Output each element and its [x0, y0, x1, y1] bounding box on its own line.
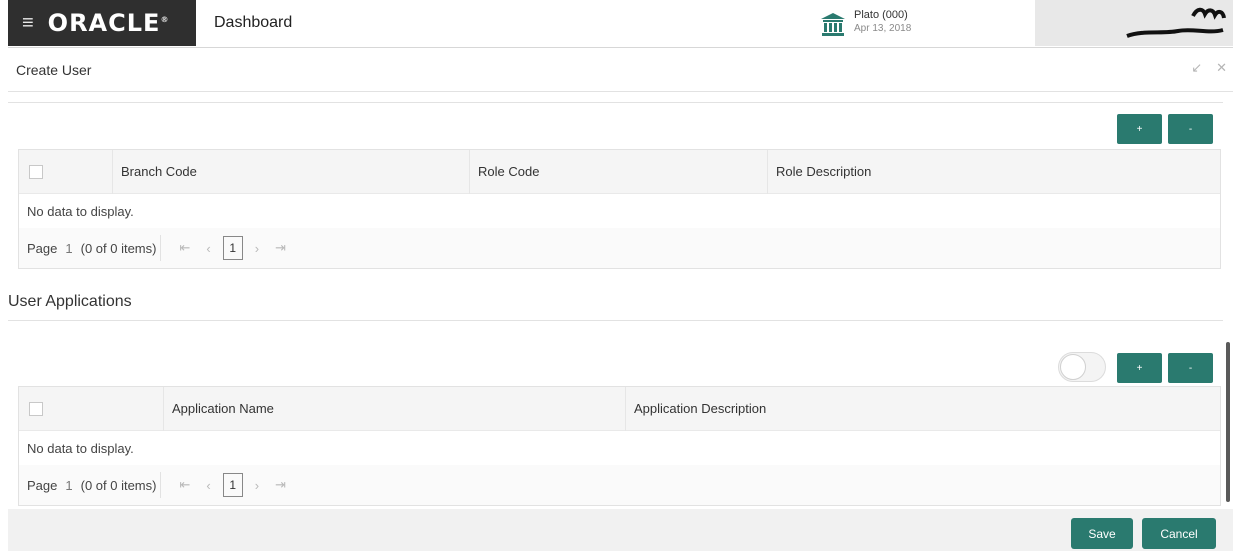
create-user-modal: Create User ↙ ✕ + - Branch Code Role Cod… — [8, 47, 1233, 551]
previous-page-icon[interactable]: ‹ — [206, 478, 210, 493]
bank-info[interactable]: Plato (000) Apr 13, 2018 — [820, 8, 911, 37]
section-divider — [8, 102, 1223, 103]
cancel-button[interactable]: Cancel — [1142, 518, 1216, 549]
pager-separator — [160, 472, 162, 498]
column-header-role-code[interactable]: Role Code — [470, 149, 768, 194]
pager-separator — [160, 235, 162, 261]
user-profile-area[interactable] — [1035, 0, 1233, 46]
pager-page-number: 1 — [65, 477, 73, 493]
bank-name: Plato (000) — [854, 9, 908, 21]
save-button[interactable]: Save — [1071, 518, 1133, 549]
page-title: Dashboard — [214, 14, 293, 31]
roles-grid: Branch Code Role Code Role Description N… — [18, 149, 1221, 269]
pager-page-number: 1 — [65, 240, 73, 256]
roles-grid-header: Branch Code Role Code Role Description — [19, 149, 1220, 194]
modal-title: Create User — [16, 61, 92, 78]
previous-page-icon[interactable]: ‹ — [206, 241, 210, 256]
column-header-role-description[interactable]: Role Description — [768, 150, 1220, 194]
pager-summary: (0 of 0 items) — [80, 240, 157, 256]
applications-empty-message: No data to display. — [27, 440, 134, 456]
select-all-cell — [19, 386, 164, 431]
close-icon[interactable]: ✕ — [1216, 60, 1227, 76]
add-role-button[interactable]: + — [1117, 114, 1162, 144]
column-header-application-description[interactable]: Application Description — [626, 387, 1220, 431]
first-page-icon[interactable]: ⇤ — [179, 477, 190, 493]
select-all-checkbox[interactable] — [29, 401, 43, 416]
user-signature-image — [1126, 7, 1226, 38]
remove-role-button[interactable]: - — [1168, 114, 1213, 144]
column-header-application-name[interactable]: Application Name — [164, 386, 626, 431]
column-header-branch-code[interactable]: Branch Code — [113, 149, 470, 194]
hamburger-menu-icon[interactable]: ≡ — [22, 13, 34, 33]
top-header: ≡ ORACLE® Dashboard Plato (000) Apr 13, … — [8, 0, 1233, 46]
toggle-knob — [1060, 354, 1086, 380]
oracle-logo: ORACLE® — [47, 9, 170, 37]
current-page-button[interactable]: 1 — [222, 473, 243, 497]
next-page-icon[interactable]: › — [255, 241, 259, 256]
remove-application-button[interactable]: - — [1168, 353, 1213, 383]
pager-label: Page — [27, 477, 58, 493]
applications-grid-header: Application Name Application Description — [19, 386, 1220, 431]
roles-empty-message: No data to display. — [27, 203, 134, 219]
applications-pager: Page 1 (0 of 0 items) ⇤ ‹ 1 › ⇥ — [19, 465, 1220, 505]
current-page-button[interactable]: 1 — [222, 236, 243, 260]
first-page-icon[interactable]: ⇤ — [179, 240, 190, 256]
modal-header: Create User — [8, 48, 1233, 92]
modal-actions: ↙ ✕ — [1191, 60, 1227, 76]
brand-bar: ≡ ORACLE® — [8, 0, 196, 46]
select-all-cell — [19, 149, 113, 194]
last-page-icon[interactable]: ⇥ — [275, 240, 286, 256]
pager-summary: (0 of 0 items) — [80, 477, 157, 493]
next-page-icon[interactable]: › — [255, 478, 259, 493]
bank-date: Apr 13, 2018 — [854, 23, 912, 34]
minimize-icon[interactable]: ↙ — [1191, 60, 1202, 76]
applications-toggle[interactable] — [1058, 352, 1106, 382]
vertical-scrollbar[interactable] — [1226, 342, 1230, 502]
select-all-checkbox[interactable] — [29, 164, 43, 179]
user-applications-title: User Applications — [8, 293, 132, 310]
last-page-icon[interactable]: ⇥ — [275, 477, 286, 493]
bank-icon — [821, 13, 845, 36]
modal-footer: Save Cancel — [8, 509, 1233, 551]
applications-grid: Application Name Application Description… — [18, 386, 1221, 506]
section-divider — [8, 320, 1223, 321]
pager-label: Page — [27, 240, 58, 256]
add-application-button[interactable]: + — [1117, 353, 1162, 383]
roles-pager: Page 1 (0 of 0 items) ⇤ ‹ 1 › ⇥ — [19, 228, 1220, 268]
